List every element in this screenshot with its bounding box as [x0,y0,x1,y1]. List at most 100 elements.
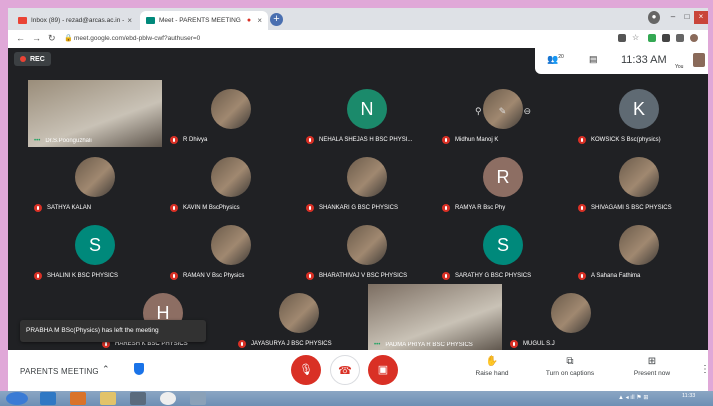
star-icon[interactable]: ☆ [632,33,639,42]
gmail-icon [18,17,27,24]
avatar[interactable] [690,34,698,42]
system-tray[interactable]: ▲ ◂ ıll ⚑ ⊞ [618,394,648,401]
participant-avatar [279,293,319,333]
participant-tile[interactable]: KAVIN M BscPhysics [164,148,298,215]
raise-hand-button[interactable]: ✋ Raise hand [472,356,512,377]
present-button[interactable]: ⊞ Present now [628,356,676,377]
back-icon[interactable]: ← [16,33,25,43]
app-icon[interactable] [190,392,206,405]
captions-button[interactable]: ⧉ Turn on captions [538,356,602,377]
participant-avatar [211,225,251,265]
participant-name-row: R Dhivya [170,136,296,144]
participant-name-row: KOWSICK S Bsc(physics) [578,136,704,144]
extension-icon[interactable] [648,34,656,42]
lock-icon: 🔒 [64,35,73,42]
mic-toggle-button[interactable]: 🎙 [291,355,321,385]
clock: 11:33 AM [621,54,667,66]
participant-name-row: JAYASURYA J BSC PHYSICS [238,340,364,348]
participant-name: R Dhivya [183,137,208,143]
participant-tile[interactable]: MUGUL S.J [504,284,638,351]
media-icon[interactable] [130,392,146,405]
mic-muted-icon [34,272,42,280]
participant-tile[interactable]: S SHALINI K BSC PHYSICS [28,216,162,283]
chevron-up-icon[interactable]: ⌃ [102,364,110,375]
participant-tile[interactable]: SHANKARI G BSC PHYSICS [300,148,434,215]
tab-inbox[interactable]: Inbox (89) - rezad@arcas.ac.in - × [12,11,138,30]
window-close-icon[interactable]: × [694,11,708,24]
participant-tile[interactable]: S SARATHY G BSC PHYSICS [436,216,570,283]
mute-icon[interactable]: ✎ [499,106,507,120]
participant-tile[interactable]: RAMAN V Bsc Physics [164,216,298,283]
mic-muted-icon [578,136,586,144]
participant-tile[interactable]: ⚲ ✎ ⊖ Midhun Manoj K [436,80,570,147]
chrome-icon[interactable] [160,392,176,405]
participant-name-row: A Sahana Fathima [578,272,704,280]
puzzle-icon[interactable] [676,34,684,42]
mic-muted-icon [170,204,178,212]
leave-call-button[interactable]: ☎ [330,355,360,385]
mic-off-icon: 🎙 [299,364,313,376]
participant-name-row: RAMAN V Bsc Physics [170,272,296,280]
participant-tile[interactable]: ••• PADMA PRIYA R BSC PHYSICS [368,284,502,351]
participant-tile[interactable]: JAYASURYA J BSC PHYSICS [232,284,366,351]
participant-tile[interactable]: ••• Dr.S.Poonguzhali [28,80,162,147]
participant-tile[interactable]: R Dhivya [164,80,298,147]
notification-toast: PRABHA M BSc(Physics) has left the meeti… [20,320,206,342]
new-tab-button[interactable]: + [270,13,283,26]
mic-muted-icon [578,272,586,280]
participant-tile[interactable]: BHARATHIVAJ V BSC PHYSICS [300,216,434,283]
pin-icon[interactable]: ⚲ [475,106,482,120]
close-icon[interactable]: × [257,16,262,25]
tile-hover-controls[interactable]: ⚲ ✎ ⊖ [475,106,531,120]
chat-icon[interactable]: ▤ [589,54,598,65]
firefox-icon[interactable] [70,392,86,405]
maximize-icon[interactable]: □ [681,11,693,24]
remove-icon[interactable]: ⊖ [523,106,531,120]
participant-tile[interactable]: SATHYA KALAN [28,148,162,215]
mic-muted-icon [170,272,178,280]
camera-toggle-button[interactable]: ▣ [368,355,398,385]
address-bar: ← → ↻ 🔒 meet.google.com/ebd-pblw-cwf?aut… [8,30,708,49]
participant-avatar [211,157,251,197]
extension-icon[interactable] [662,34,670,42]
participant-tile[interactable]: A Sahana Fathima [572,216,706,283]
participant-avatar: K [619,89,659,129]
speaking-indicator-icon: ••• [374,342,381,348]
participant-tile[interactable]: R RAMYA R Bsc Phy [436,148,570,215]
participant-tile[interactable]: SHIVAGAMI S BSC PHYSICS [572,148,706,215]
meeting-title[interactable]: PARENTS MEETING [20,367,99,376]
participant-name: NEHALA SHEJAS H BSC PHYSI... [319,137,413,143]
camera-icon[interactable] [618,34,626,42]
participant-tile[interactable]: N NEHALA SHEJAS H BSC PHYSI... [300,80,434,147]
people-icon[interactable]: 👥20 [547,54,564,65]
participant-avatar [211,89,251,129]
minimize-icon[interactable]: – [666,11,680,24]
mic-muted-icon [306,272,314,280]
record-icon [20,56,26,62]
more-options-icon[interactable]: ⋮ [700,364,708,375]
start-button[interactable] [6,392,28,405]
participant-name: RAMAN V Bsc Physics [183,273,245,279]
control-bar: PARENTS MEETING ⌃ 🎙 ☎ ▣ ✋ Raise hand ⧉ T… [8,350,708,391]
reload-icon[interactable]: ↻ [48,33,56,44]
self-view-thumbnail[interactable] [693,53,705,67]
hand-icon: ✋ [485,356,499,367]
close-icon[interactable]: × [127,16,132,25]
tab-bar: Inbox (89) - rezad@arcas.ac.in - × Meet … [8,8,708,30]
tab-meet[interactable]: Meet - PARENTS MEETING ● × [140,11,268,30]
ie-icon[interactable] [40,392,56,405]
mic-muted-icon [34,204,42,212]
participant-tile[interactable]: K KOWSICK S Bsc(physics) [572,80,706,147]
recording-dot-icon: ● [246,17,252,24]
participant-name-row: RAMYA R Bsc Phy [442,204,568,212]
meet-icon [146,17,155,24]
shield-icon[interactable] [134,363,144,375]
participant-name: KOWSICK S Bsc(physics) [591,137,661,143]
participant-name-row: BHARATHIVAJ V BSC PHYSICS [306,272,432,280]
folder-icon[interactable] [100,392,116,405]
url-field[interactable]: meet.google.com/ebd-pblw-cwf?authuser=0 [74,32,494,46]
forward-icon[interactable]: → [32,33,41,43]
profile-icon[interactable]: ● [648,11,660,24]
participant-name: RAMYA R Bsc Phy [455,205,506,211]
participant-name: SHALINI K BSC PHYSICS [47,273,119,279]
